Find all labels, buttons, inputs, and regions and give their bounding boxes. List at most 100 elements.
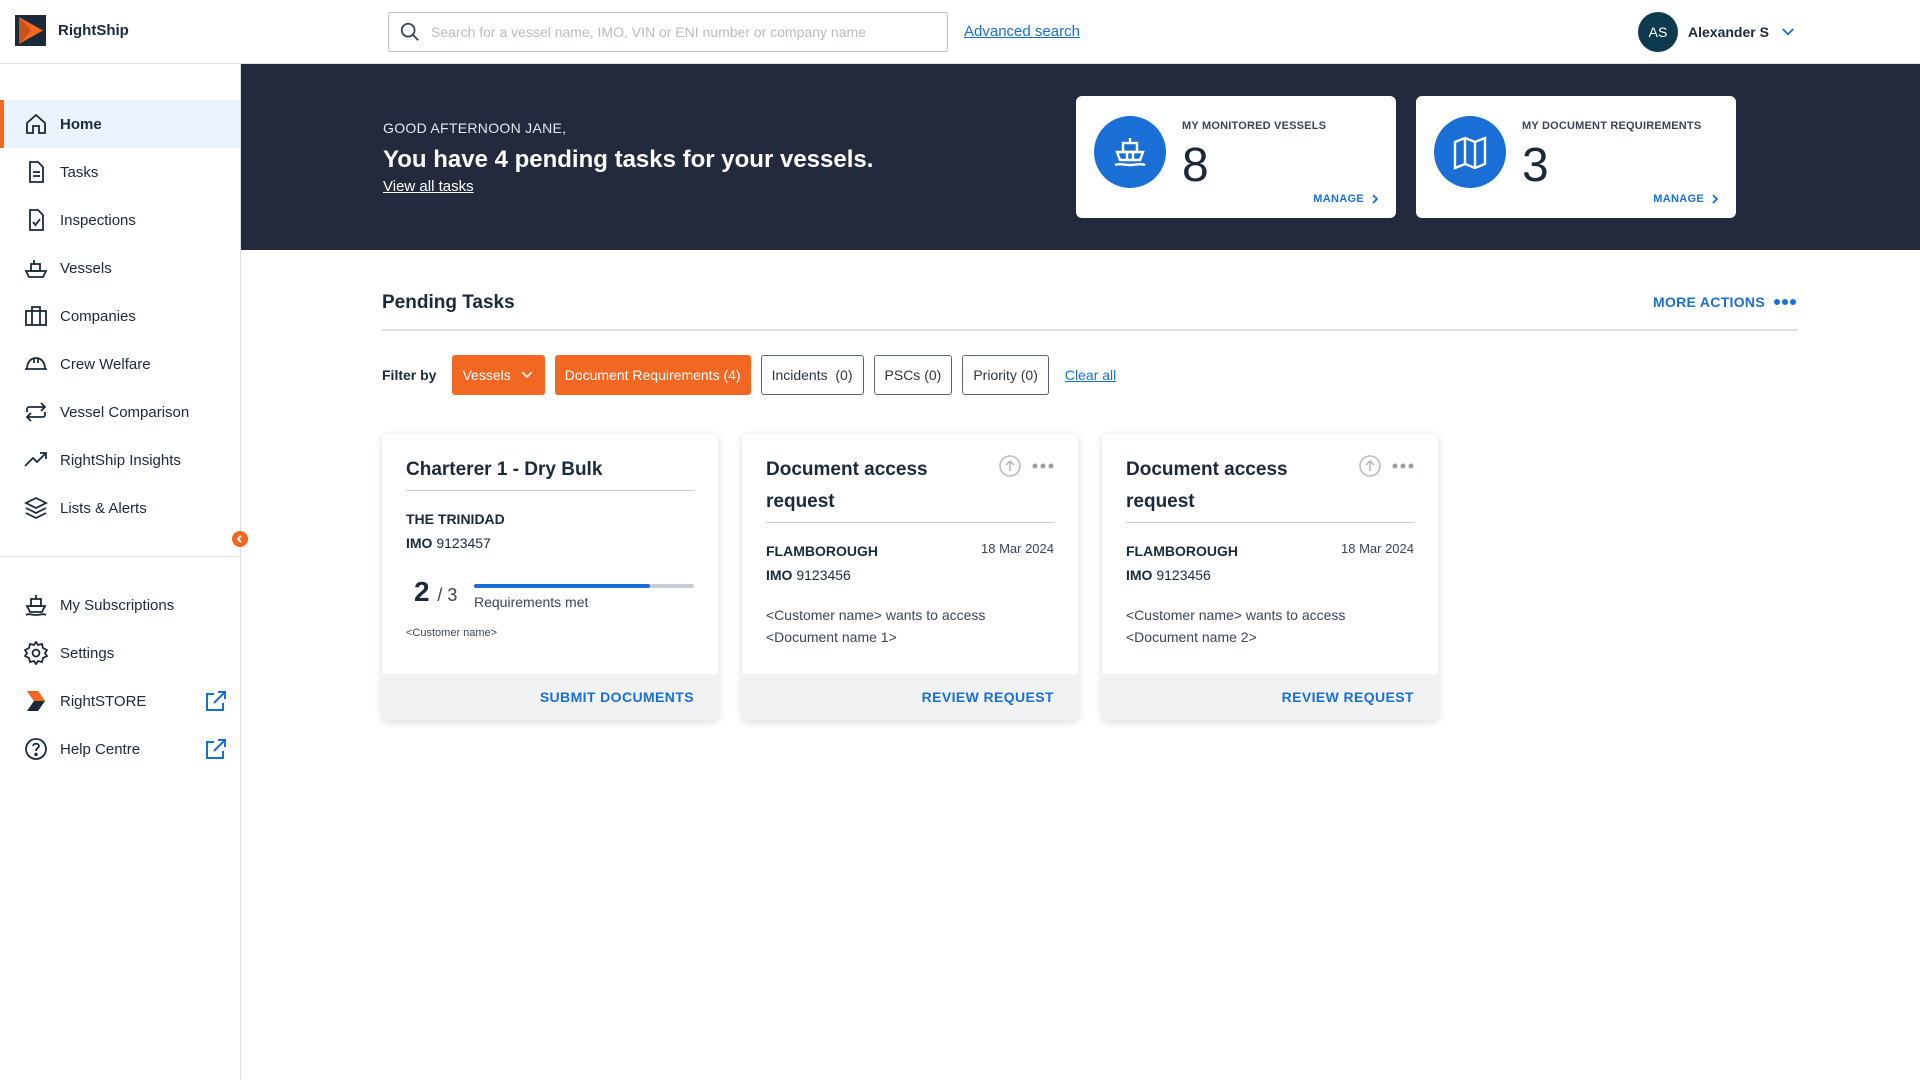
sidebar-item-label: Companies	[60, 307, 136, 325]
trend-icon	[24, 452, 47, 467]
filter-chip-label: Vessels	[462, 367, 511, 383]
user-menu[interactable]: AS Alexander S	[1638, 12, 1797, 52]
pending-tasks-title: Pending Tasks	[382, 292, 515, 313]
search-box[interactable]	[388, 12, 948, 52]
manage-label: MANAGE	[1313, 193, 1364, 205]
chevron-right-icon	[1372, 194, 1379, 204]
filter-chip-label: Document Requirements (4)	[564, 367, 741, 383]
rightship-logo[interactable]: RightShip	[15, 15, 129, 46]
sidebar-item-label: Help Centre	[60, 740, 141, 758]
collapse-sidebar-button[interactable]	[232, 531, 248, 547]
manage-documents-link[interactable]: MANAGE	[1653, 193, 1720, 205]
progress-fill	[474, 584, 650, 588]
filter-priority[interactable]: Priority (0)	[962, 355, 1049, 395]
external-link-icon[interactable]	[204, 689, 228, 713]
crew-helmet-icon	[25, 357, 47, 370]
more-actions-label: MORE ACTIONS	[1653, 294, 1765, 310]
inspections-icon	[29, 209, 44, 231]
document-requirements-card: MY DOCUMENT REQUIREMENTS 3 MANAGE	[1416, 96, 1736, 218]
request-message: <Customer name> wants to access <Documen…	[1126, 607, 1346, 645]
avatar[interactable]: AS	[1638, 12, 1678, 52]
sidebar-item-vessel-comparison[interactable]: Vessel Comparison	[0, 388, 240, 436]
rightship-logo-icon	[15, 15, 46, 46]
sidebar-item-label: Crew Welfare	[60, 355, 151, 373]
external-link-icon[interactable]	[204, 737, 228, 761]
imo-label: IMO	[406, 535, 433, 551]
user-name[interactable]: Alexander S	[1688, 24, 1769, 40]
filter-incidents[interactable]: Incidents (0)	[760, 355, 864, 395]
more-options-icon[interactable]	[1392, 463, 1414, 469]
more-actions-button[interactable]: MORE ACTIONS	[1653, 294, 1797, 310]
greeting: GOOD AFTERNOON JANE,	[383, 120, 567, 136]
sidebar-item-rightstore[interactable]: RightSTORE	[0, 677, 240, 725]
vessel-icon	[24, 260, 48, 278]
sidebar-item-label: Settings	[60, 644, 115, 662]
requirements-count: 2 / 3	[414, 576, 457, 608]
companies-icon	[25, 306, 47, 326]
filter-document-requirements[interactable]: Document Requirements (4)	[554, 355, 751, 395]
requirements-progress-bar	[474, 584, 694, 588]
sidebar-item-lists-alerts[interactable]: Lists & Alerts	[0, 484, 240, 532]
review-request-button[interactable]: REVIEW REQUEST	[1282, 689, 1414, 705]
submit-documents-button[interactable]: SUBMIT DOCUMENTS	[540, 689, 694, 705]
manage-label: MANAGE	[1653, 193, 1704, 205]
requirements-total: / 3	[437, 585, 458, 605]
chevron-down-icon[interactable]	[1779, 23, 1797, 41]
card-divider	[1126, 522, 1414, 523]
monitored-vessels-card: MY MONITORED VESSELS 8 MANAGE	[1076, 96, 1396, 218]
help-icon	[25, 738, 47, 760]
filter-vessels[interactable]: Vessels	[452, 355, 545, 395]
more-options-icon[interactable]	[1032, 463, 1054, 469]
manage-vessels-link[interactable]: MANAGE	[1313, 193, 1380, 205]
review-request-button[interactable]: REVIEW REQUEST	[922, 689, 1054, 705]
sidebar-item-label: My Subscriptions	[60, 596, 175, 614]
view-all-tasks-link[interactable]: View all tasks	[383, 178, 474, 195]
layers-icon	[24, 496, 48, 520]
card-title: Charterer 1 - Dry Bulk	[406, 459, 603, 480]
sidebar-item-crew-welfare[interactable]: Crew Welfare	[0, 340, 240, 388]
compare-icon	[25, 402, 47, 422]
search-input[interactable]	[431, 24, 911, 40]
card-icons	[1358, 454, 1414, 478]
customer-name: <Customer name>	[406, 627, 498, 639]
upload-arrow-icon[interactable]	[998, 454, 1022, 478]
imo-value: 9123456	[796, 567, 851, 583]
brand-name: RightShip	[58, 22, 129, 39]
sidebar-item-help-centre[interactable]: Help Centre	[0, 725, 240, 773]
sidebar-item-rightship-insights[interactable]: RightShip Insights	[0, 436, 240, 484]
task-card-access-request: Document access request FLAMBOROUGH 18 M…	[742, 434, 1078, 720]
chevron-left-icon	[236, 535, 242, 543]
sidebar-item-label: RightSTORE	[60, 692, 147, 710]
sidebar-item-vessels[interactable]: Vessels	[0, 244, 240, 292]
sidebar-item-tasks[interactable]: Tasks	[0, 148, 240, 196]
filter-chip-label: Incidents (0)	[771, 367, 853, 383]
card-title: Document access request	[1126, 459, 1288, 512]
card-footer: SUBMIT DOCUMENTS	[382, 674, 718, 720]
sidebar-item-inspections[interactable]: Inspections	[0, 196, 240, 244]
sidebar-item-companies[interactable]: Companies	[0, 292, 240, 340]
sidebar-item-label: Lists & Alerts	[60, 499, 147, 517]
filter-pscs[interactable]: PSCs (0)	[873, 355, 953, 395]
more-dots-icon	[1773, 299, 1796, 305]
upload-arrow-icon[interactable]	[1358, 454, 1382, 478]
top-bar: RightShip Advanced search AS Alexander S	[0, 0, 1920, 64]
card-title: Document access request	[766, 459, 928, 512]
search-icon	[400, 22, 419, 41]
card-footer: REVIEW REQUEST	[1102, 674, 1438, 720]
sidebar-item-label: RightShip Insights	[60, 451, 181, 469]
ship-icon	[1094, 116, 1166, 188]
request-date: 18 Mar 2024	[1341, 541, 1414, 556]
sidebar-item-my-subscriptions[interactable]: My Subscriptions	[0, 581, 240, 629]
hero-banner: GOOD AFTERNOON JANE, You have 4 pending …	[241, 64, 1920, 250]
tasks-icon	[29, 161, 44, 183]
sidebar-item-home[interactable]: Home	[0, 100, 240, 148]
clear-all-link[interactable]: Clear all	[1065, 367, 1116, 383]
sidebar-item-label: Vessel Comparison	[60, 403, 190, 421]
pending-headline: You have 4 pending tasks for your vessel…	[383, 146, 874, 173]
sidebar-divider	[0, 556, 240, 557]
requirements-met-label: Requirements met	[474, 594, 589, 610]
sidebar-item-settings[interactable]: Settings	[0, 629, 240, 677]
advanced-search-link[interactable]: Advanced search	[964, 23, 1080, 40]
stat-value: 3	[1522, 139, 1549, 192]
imo-number: IMO 9123456	[1126, 567, 1211, 583]
